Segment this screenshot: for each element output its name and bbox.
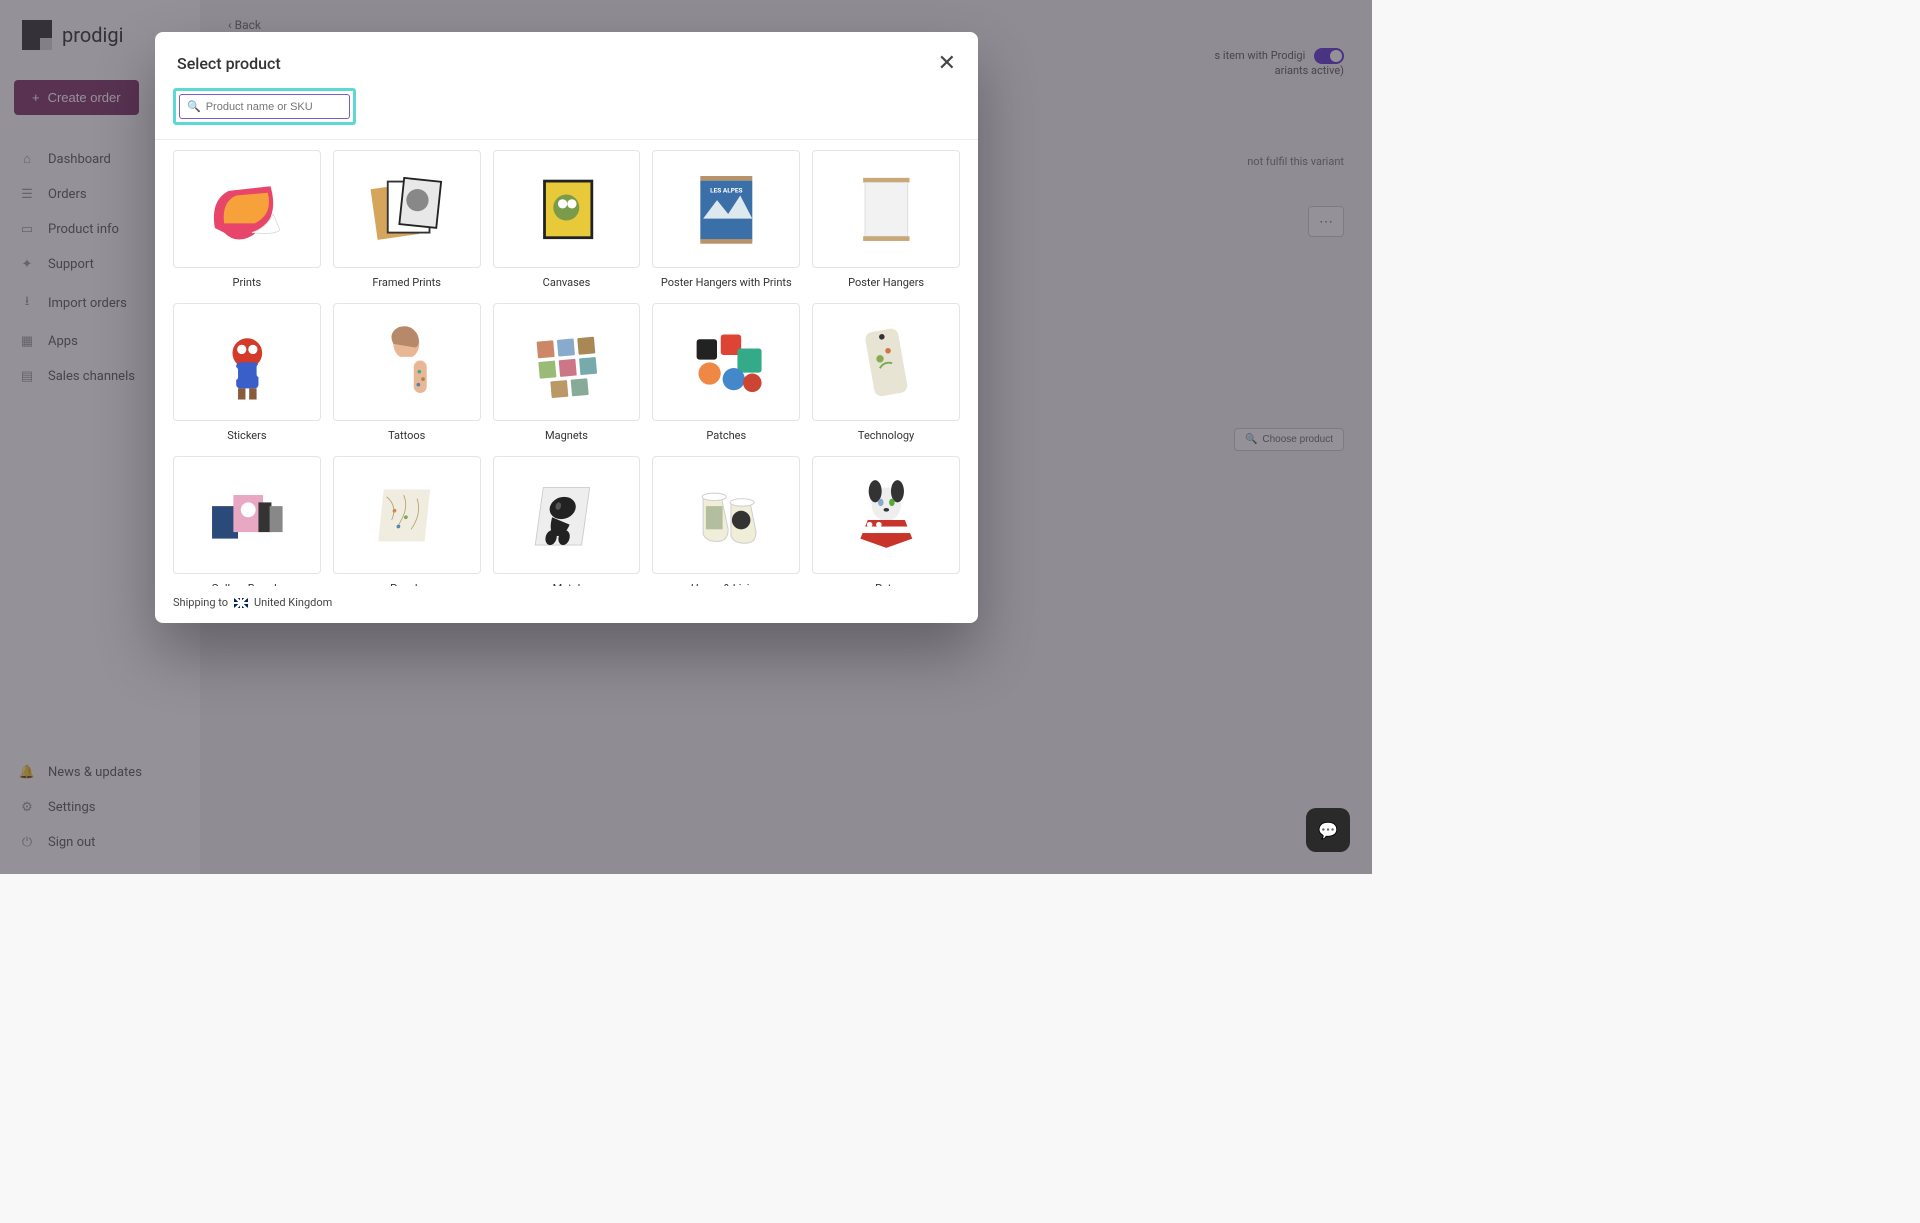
- category-patches[interactable]: Patches: [652, 303, 800, 442]
- modal-header: Select product ✕: [155, 32, 978, 88]
- chat-widget-button[interactable]: 💬: [1306, 808, 1350, 852]
- modal-footer: Shipping to United Kingdom: [155, 586, 978, 623]
- canvases-thumb: [493, 150, 641, 268]
- search-input-wrap[interactable]: 🔍: [179, 94, 350, 119]
- category-magnets[interactable]: Magnets: [493, 303, 641, 442]
- poster-hangers-thumb: [812, 150, 960, 268]
- category-poster-hangers-prints[interactable]: LES ALPES Poster Hangers with Prints: [652, 150, 800, 289]
- technology-thumb: [812, 303, 960, 421]
- uk-flag-icon: [234, 598, 248, 608]
- category-label: Canvases: [543, 276, 591, 289]
- category-prints[interactable]: Prints: [173, 150, 321, 289]
- modal-title: Select product: [177, 54, 281, 73]
- category-canvases[interactable]: Canvases: [493, 150, 641, 289]
- chat-icon: 💬: [1318, 821, 1338, 840]
- shipping-label: Shipping to: [173, 596, 228, 609]
- category-label: Prints: [233, 276, 262, 289]
- category-pets[interactable]: Pets: [812, 456, 960, 586]
- patches-thumb: [652, 303, 800, 421]
- category-framed-prints[interactable]: Framed Prints: [333, 150, 481, 289]
- category-label: Magnets: [545, 429, 588, 442]
- select-product-modal: Select product ✕ 🔍 Prints Fr: [155, 32, 978, 623]
- category-label: Patches: [706, 429, 746, 442]
- category-panels[interactable]: Panels: [333, 456, 481, 586]
- search-input[interactable]: [206, 101, 342, 113]
- poster-hangers-prints-thumb: LES ALPES: [652, 150, 800, 268]
- home-living-thumb: [652, 456, 800, 574]
- category-label: Technology: [858, 429, 914, 442]
- category-label: Stickers: [227, 429, 266, 442]
- category-poster-hangers[interactable]: Poster Hangers: [812, 150, 960, 289]
- close-icon: ✕: [938, 50, 956, 75]
- prints-thumb: [173, 150, 321, 268]
- stickers-thumb: [173, 303, 321, 421]
- shipping-country: United Kingdom: [254, 596, 332, 609]
- category-label: Tattoos: [388, 429, 425, 442]
- category-label: Framed Prints: [372, 276, 441, 289]
- category-label: Poster Hangers: [848, 276, 924, 289]
- metal-thumb: [493, 456, 641, 574]
- magnets-thumb: [493, 303, 641, 421]
- category-technology[interactable]: Technology: [812, 303, 960, 442]
- framed-prints-thumb: [333, 150, 481, 268]
- category-grid: Prints Framed Prints Canvases LES ALPES …: [173, 150, 960, 586]
- pets-thumb: [812, 456, 960, 574]
- search-bar: 🔍: [155, 88, 978, 140]
- search-highlight: 🔍: [173, 88, 356, 125]
- svg-text:LES ALPES: LES ALPES: [710, 186, 742, 194]
- gallery-boards-thumb: [173, 456, 321, 574]
- category-stickers[interactable]: Stickers: [173, 303, 321, 442]
- category-label: Poster Hangers with Prints: [661, 276, 792, 289]
- category-metal[interactable]: Metal: [493, 456, 641, 586]
- tattoos-thumb: [333, 303, 481, 421]
- category-tattoos[interactable]: Tattoos: [333, 303, 481, 442]
- panels-thumb: [333, 456, 481, 574]
- category-gallery-boards[interactable]: Gallery Boards: [173, 456, 321, 586]
- close-button[interactable]: ✕: [938, 50, 956, 76]
- category-home-living[interactable]: Home & Living: [652, 456, 800, 586]
- search-icon: 🔍: [187, 100, 201, 113]
- category-grid-scroll[interactable]: Prints Framed Prints Canvases LES ALPES …: [155, 140, 978, 586]
